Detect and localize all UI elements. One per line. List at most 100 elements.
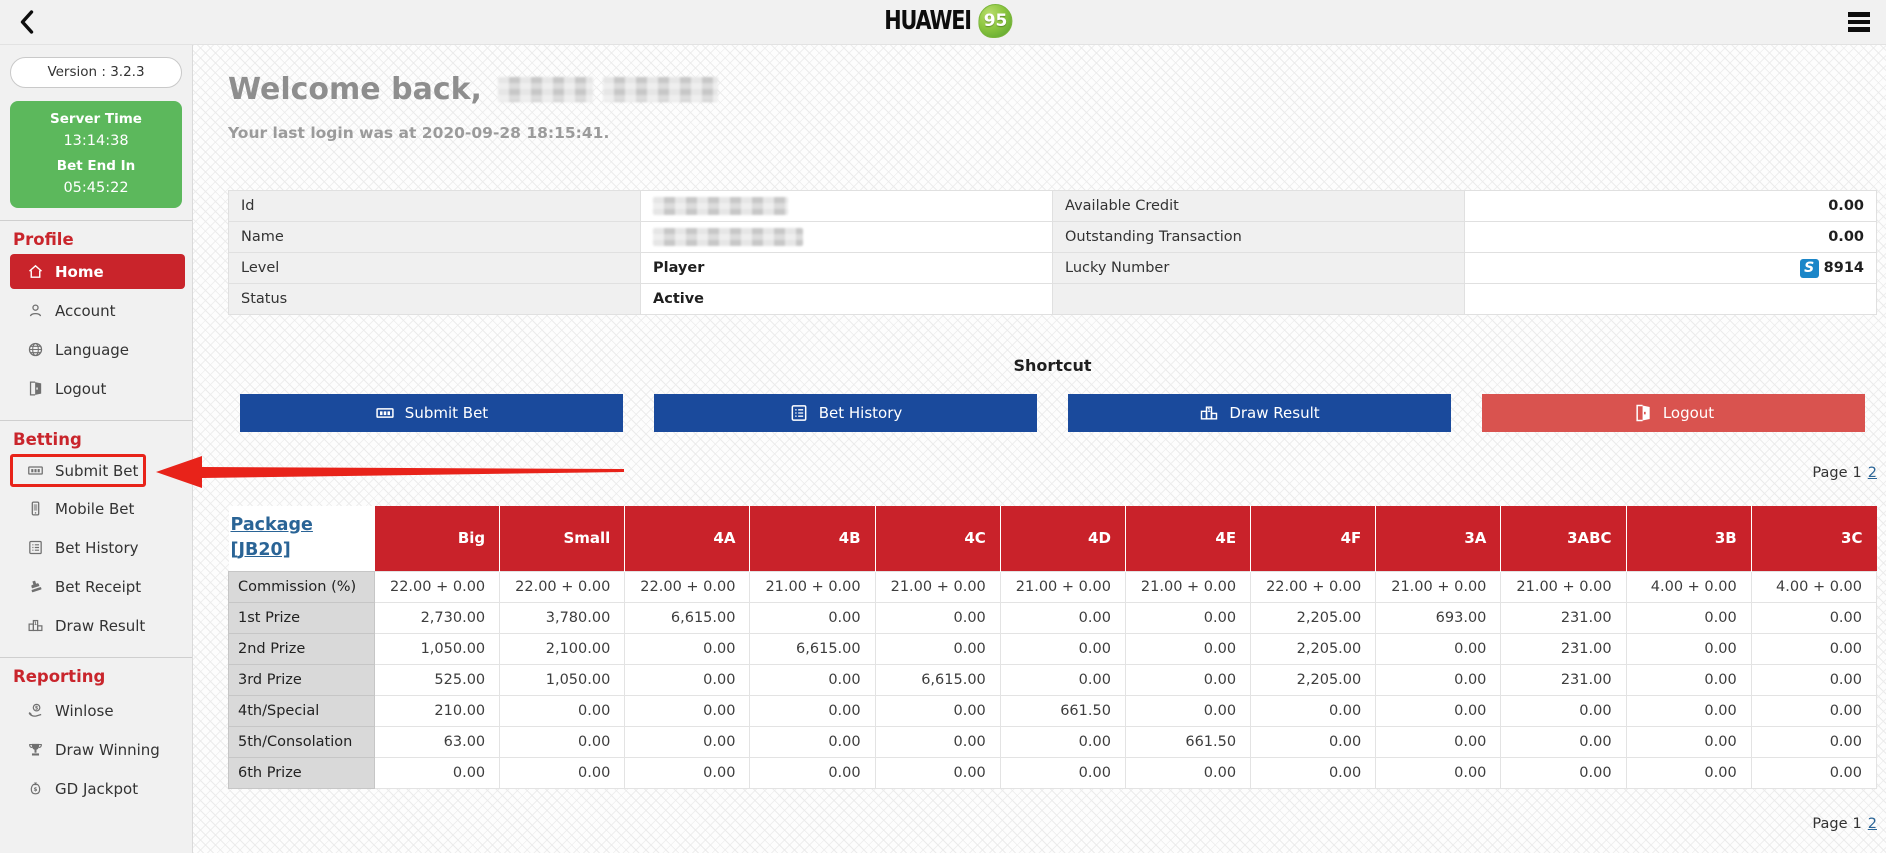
table-row: Status Active <box>229 284 1877 315</box>
table-cell: 0.00 <box>625 757 750 788</box>
lucky-number-value: S 8914 <box>1465 253 1877 284</box>
table-cell: 0.00 <box>1125 602 1250 633</box>
sidebar-item-language[interactable]: Language <box>0 330 192 369</box>
outstanding-transaction-label: Outstanding Transaction <box>1053 222 1465 253</box>
table-cell: 0.00 <box>1376 695 1501 726</box>
table-cell: 1,050.00 <box>500 664 625 695</box>
name-label: Name <box>229 222 641 253</box>
shortcut-submit-bet-button[interactable]: Submit Bet <box>240 394 623 432</box>
shortcut-button-label: Draw Result <box>1229 404 1319 422</box>
available-credit-label: Available Credit <box>1053 191 1465 222</box>
id-value <box>641 191 1053 222</box>
sidebar-item-account[interactable]: Account <box>0 291 192 330</box>
sidebar-heading-profile: Profile <box>13 230 192 249</box>
back-chevron-icon <box>16 9 40 35</box>
shortcut-logout-button[interactable]: Logout <box>1482 394 1865 432</box>
sidebar-item-label: Submit Bet <box>55 462 138 480</box>
table-cell: 210.00 <box>375 695 500 726</box>
column-header-4c: 4C <box>875 506 1000 571</box>
pagination-bottom: Page12 <box>228 816 1877 832</box>
table-cell: 0.00 <box>875 695 1000 726</box>
row-label-5th-consolation: 5th/Consolation <box>229 726 375 757</box>
sidebar-item-logout[interactable]: Logout <box>0 369 192 408</box>
page-label: Page <box>1812 816 1847 832</box>
table-cell: 231.00 <box>1501 633 1626 664</box>
page-2-link[interactable]: 2 <box>1868 816 1877 832</box>
sidebar-item-home[interactable]: Home <box>10 254 185 289</box>
keyboard-icon <box>375 403 395 423</box>
package-jb20-link[interactable]: Package[JB20] <box>231 513 313 564</box>
sidebar-item-label: Draw Winning <box>55 741 160 759</box>
shortcut-button-row: Submit Bet Bet History 1 Draw Result Logout <box>228 394 1877 432</box>
column-header-4b: 4B <box>750 506 875 571</box>
page-2-link[interactable]: 2 <box>1868 465 1877 481</box>
table-cell: 21.00 + 0.00 <box>1125 571 1250 602</box>
table-cell: 0.00 <box>1751 664 1876 695</box>
mobile-bet-icon <box>27 500 44 517</box>
table-cell: 0.00 <box>1251 757 1376 788</box>
column-header-big: Big <box>375 506 500 571</box>
sidebar-item-draw-result[interactable]: 1Draw Result <box>0 606 192 645</box>
sidebar-item-mobile-bet[interactable]: Mobile Bet <box>0 489 192 528</box>
lucky-number-text: 8914 <box>1824 260 1864 276</box>
exit-icon <box>1633 403 1653 423</box>
bet-receipt-icon <box>27 578 44 595</box>
sidebar-item-bet-receipt[interactable]: Bet Receipt <box>0 567 192 606</box>
sidebar-item-winlose[interactable]: $Winlose <box>0 691 192 730</box>
hamburger-menu-button[interactable] <box>1846 5 1872 39</box>
row-label-6th-prize: 6th Prize <box>229 757 375 788</box>
table-cell: 231.00 <box>1501 602 1626 633</box>
table-row: 3rd Prize525.001,050.000.000.006,615.000… <box>229 664 1877 695</box>
table-cell: 0.00 <box>1501 726 1626 757</box>
sidebar-item-gd-jackpot[interactable]: $GD Jackpot <box>0 769 192 808</box>
sidebar-item-submit-bet[interactable]: Submit Bet <box>10 454 146 487</box>
table-cell: 21.00 + 0.00 <box>1376 571 1501 602</box>
logout-icon <box>27 380 44 397</box>
bet-history-icon <box>27 539 44 556</box>
table-row: Commission (%)22.00 + 0.0022.00 + 0.0022… <box>229 571 1877 602</box>
table-cell: 22.00 + 0.00 <box>375 571 500 602</box>
table-row: Name Outstanding Transaction 0.00 <box>229 222 1877 253</box>
sidebar-item-label: Winlose <box>55 702 114 720</box>
server-time-label: Server Time <box>10 111 182 127</box>
table-cell: 21.00 + 0.00 <box>1000 571 1125 602</box>
column-header-3b: 3B <box>1626 506 1751 571</box>
table-cell: 63.00 <box>375 726 500 757</box>
back-button[interactable] <box>16 7 44 37</box>
page-current: 1 <box>1853 465 1862 481</box>
package-header-cell: Package[JB20] <box>229 506 375 571</box>
main-content: Welcome back, Your last login was at 202… <box>193 45 1886 853</box>
table-cell: 0.00 <box>750 602 875 633</box>
shortcut-draw-result-button[interactable]: 1 Draw Result <box>1068 394 1451 432</box>
svg-text:1: 1 <box>1208 408 1212 414</box>
table-cell: 0.00 <box>1751 633 1876 664</box>
table-cell: 0.00 <box>1000 757 1125 788</box>
table-cell: 231.00 <box>1501 664 1626 695</box>
table-cell: 2,205.00 <box>1251 633 1376 664</box>
table-cell: 661.50 <box>1125 726 1250 757</box>
table-cell: 6,615.00 <box>625 602 750 633</box>
profile-info-table: Id Available Credit 0.00 Name Outstandin… <box>228 190 1877 315</box>
shortcut-bet-history-button[interactable]: Bet History <box>654 394 1037 432</box>
table-row: 2nd Prize1,050.002,100.000.006,615.000.0… <box>229 633 1877 664</box>
sidebar-item-label: Logout <box>55 380 106 398</box>
table-row: 6th Prize0.000.000.000.000.000.000.000.0… <box>229 757 1877 788</box>
table-cell: 22.00 + 0.00 <box>500 571 625 602</box>
sidebar-item-draw-winning[interactable]: Draw Winning <box>0 730 192 769</box>
bet-end-value: 05:45:22 <box>10 180 182 196</box>
shortcut-button-label: Bet History <box>819 404 903 422</box>
level-label: Level <box>229 253 641 284</box>
gd-jackpot-icon: $ <box>27 780 44 797</box>
row-label-2nd-prize: 2nd Prize <box>229 633 375 664</box>
server-time-box: Server Time 13:14:38 Bet End In 05:45:22 <box>10 101 182 208</box>
hamburger-bar <box>1848 12 1870 17</box>
table-row: Level Player Lucky Number S 8914 <box>229 253 1877 284</box>
table-cell: 2,100.00 <box>500 633 625 664</box>
sidebar: Version : 3.2.3 Server Time 13:14:38 Bet… <box>0 45 193 853</box>
name-value <box>641 222 1053 253</box>
sidebar-item-bet-history[interactable]: Bet History <box>0 528 192 567</box>
table-cell: 0.00 <box>1125 757 1250 788</box>
list-icon <box>789 403 809 423</box>
brand-wordmark: HUAWEI <box>884 6 971 36</box>
sidebar-divider <box>0 657 192 658</box>
